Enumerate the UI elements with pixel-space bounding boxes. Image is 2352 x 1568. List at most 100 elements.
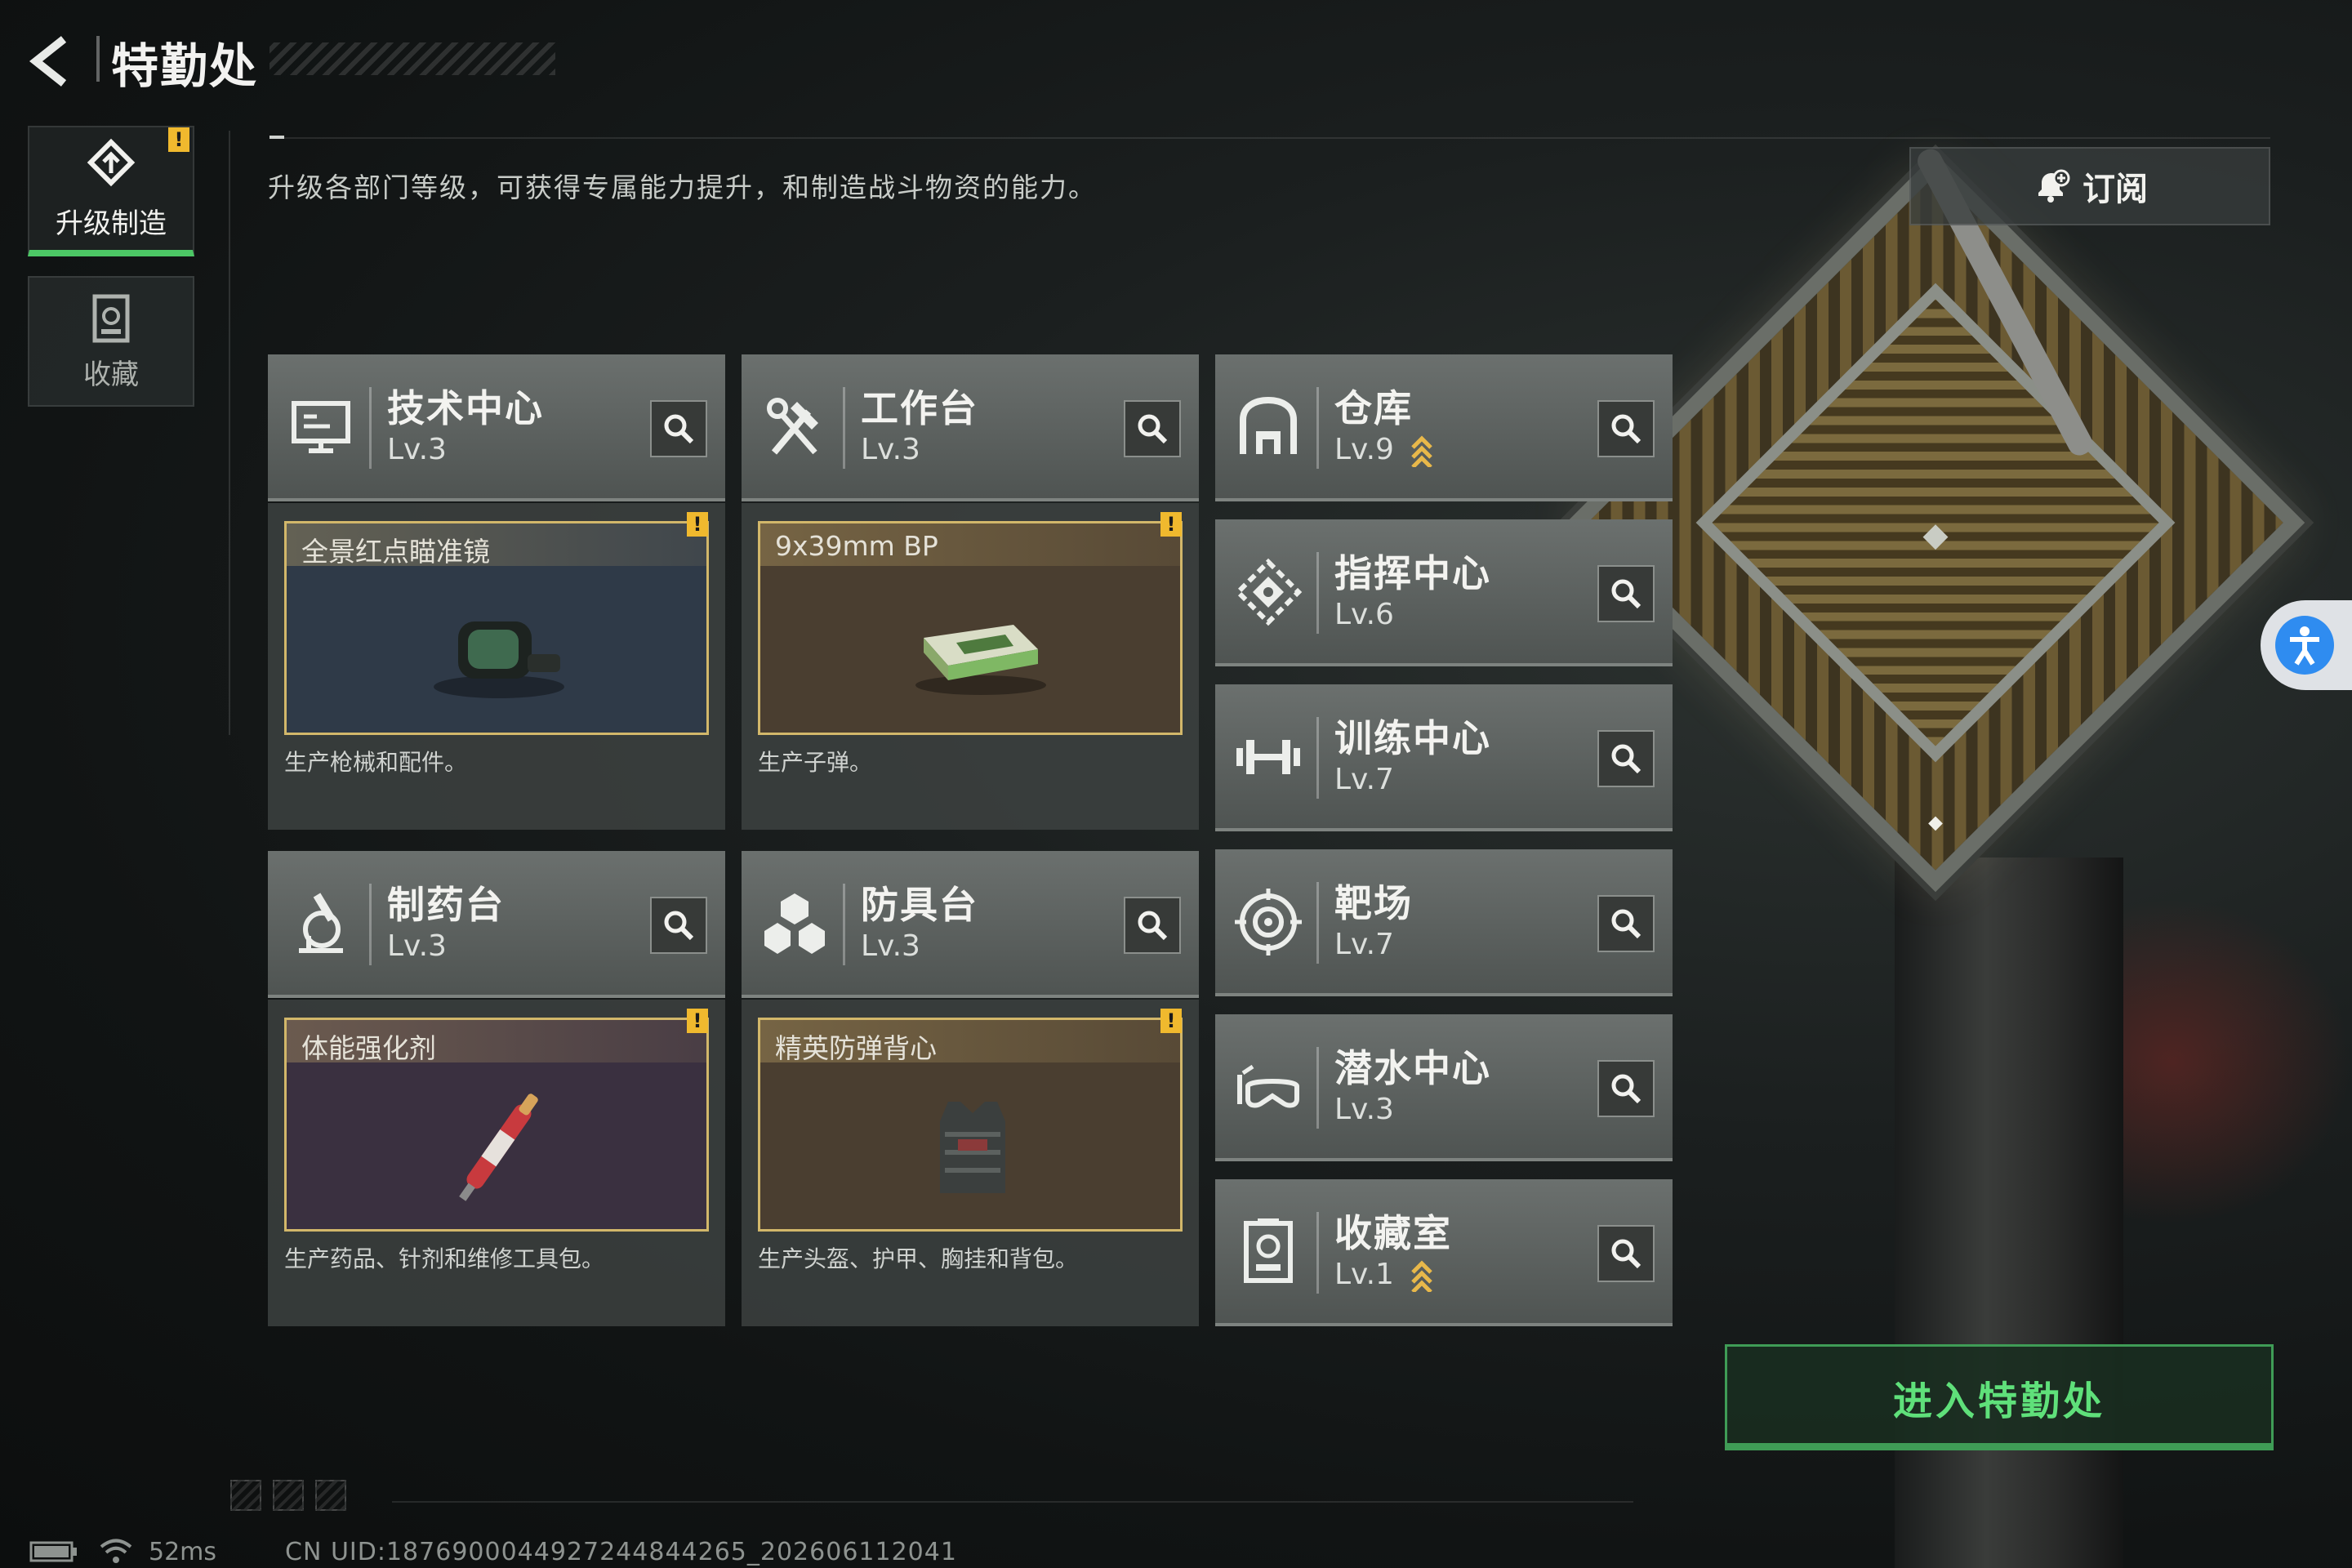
department-card-collection-room[interactable]: 收藏室 Lv.1 bbox=[1215, 1179, 1673, 1326]
inspect-button[interactable] bbox=[650, 400, 707, 457]
department-level: Lv.6 bbox=[1334, 598, 1394, 631]
product-slot[interactable]: 精英防弹背心 ! bbox=[758, 1009, 1183, 1232]
department-card-command-center[interactable]: 指挥中心 Lv.6 bbox=[1215, 519, 1673, 666]
department-card-shooting-range[interactable]: 靶场 Lv.7 bbox=[1215, 849, 1673, 996]
search-icon bbox=[1611, 414, 1642, 444]
department-level: Lv.3 bbox=[387, 433, 447, 466]
department-name: 制药台 bbox=[387, 883, 505, 927]
title-separator bbox=[96, 36, 100, 82]
department-level: Lv.1 bbox=[1334, 1258, 1434, 1292]
inspect-button[interactable] bbox=[1597, 1225, 1655, 1282]
department-name: 技术中心 bbox=[387, 386, 544, 430]
search-icon bbox=[1611, 909, 1642, 939]
product-slot[interactable]: 9x39mm BP ! bbox=[758, 512, 1183, 735]
bottom-decor bbox=[230, 1480, 346, 1511]
search-icon bbox=[664, 911, 694, 941]
divider bbox=[843, 884, 845, 965]
department-card-warehouse[interactable]: 仓库 Lv.9 bbox=[1215, 354, 1673, 501]
upgrade-available-icon bbox=[1411, 435, 1433, 467]
alert-badge: ! bbox=[168, 127, 189, 152]
page-title: 特勤处 bbox=[111, 38, 259, 94]
product-description: 生产枪械和配件。 bbox=[284, 749, 468, 776]
collection-icon bbox=[92, 294, 130, 342]
back-arrow-icon bbox=[29, 36, 67, 87]
production-panel-tech-center: 全景红点瞄准镜 ! 生产枪械和配件。 bbox=[268, 503, 725, 830]
user-uid: CN UID:18769000449272448442​65_202606112… bbox=[285, 1537, 957, 1566]
support-pillar bbox=[1895, 858, 2123, 1568]
bell-plus-icon bbox=[2038, 169, 2070, 203]
department-level: Lv.7 bbox=[1334, 928, 1394, 961]
divider bbox=[369, 387, 372, 469]
enter-button-label: 进入特勤处 bbox=[1892, 1379, 2105, 1424]
inspect-button[interactable] bbox=[1597, 1060, 1655, 1117]
department-level-value: Lv.1 bbox=[1334, 1258, 1394, 1291]
inspect-button[interactable] bbox=[650, 897, 707, 954]
cubes-icon bbox=[758, 887, 831, 960]
network-ping: 52ms bbox=[149, 1537, 217, 1566]
search-icon bbox=[1611, 579, 1642, 609]
search-icon bbox=[1611, 1074, 1642, 1104]
department-level: Lv.9 bbox=[1334, 433, 1434, 467]
product-name: 体能强化剂 bbox=[301, 1032, 436, 1064]
dumbbell-icon bbox=[1232, 720, 1305, 794]
search-icon bbox=[1611, 744, 1642, 774]
divider bbox=[1316, 1212, 1319, 1294]
stimulant-injector-image bbox=[459, 1094, 538, 1201]
product-description: 生产头盔、护甲、胸挂和背包。 bbox=[758, 1245, 1079, 1272]
department-name: 仓库 bbox=[1334, 386, 1413, 430]
ammo-box-image bbox=[915, 625, 1046, 695]
product-name: 全景红点瞄准镜 bbox=[301, 536, 490, 568]
nav-tab-label: 升级制造 bbox=[56, 207, 167, 240]
production-panel-armor-bench: 精英防弹背心 ! 生产头盔、护甲、胸挂和背包。 bbox=[742, 1000, 1199, 1326]
divider bbox=[392, 1501, 1633, 1503]
divider bbox=[1316, 717, 1319, 799]
microscope-icon bbox=[284, 887, 358, 960]
department-name: 靶场 bbox=[1334, 881, 1413, 925]
department-name: 防具台 bbox=[861, 883, 978, 927]
trophy-case-icon bbox=[1232, 1215, 1305, 1289]
divider bbox=[229, 131, 230, 735]
inspect-button[interactable] bbox=[1597, 730, 1655, 787]
nav-tab-label: 收藏 bbox=[83, 358, 139, 391]
divider-marker bbox=[270, 136, 284, 139]
divider bbox=[369, 884, 372, 965]
inspect-button[interactable] bbox=[1124, 400, 1181, 457]
product-description: 生产药品、针剂和维修工具包。 bbox=[284, 1245, 605, 1272]
status-bar: 52ms CN UID:18769000449272448442​65_2026… bbox=[29, 1537, 957, 1566]
wifi-icon bbox=[100, 1539, 132, 1563]
armor-vest-image bbox=[940, 1102, 1005, 1193]
monitor-icon bbox=[284, 390, 358, 464]
enter-special-ops-button[interactable]: 进入特勤处 bbox=[1725, 1344, 2274, 1450]
page-description: 升级各部门等级，可获得专属能力提升，和制造战斗物资的能力。 bbox=[268, 172, 1097, 203]
product-slot[interactable]: 全景红点瞄准镜 ! bbox=[284, 512, 709, 735]
department-name: 工作台 bbox=[861, 386, 978, 430]
accessibility-float-button[interactable] bbox=[2261, 600, 2352, 690]
subscribe-button[interactable]: 订阅 bbox=[1909, 147, 2270, 225]
nav-tab-collection[interactable]: 收藏 bbox=[28, 276, 194, 407]
inspect-button[interactable] bbox=[1597, 895, 1655, 952]
nav-tab-upgrade-craft[interactable]: 升级制造 ! bbox=[28, 126, 194, 256]
inspect-button[interactable] bbox=[1597, 565, 1655, 622]
department-card-tech-center[interactable]: 技术中心 Lv.3 bbox=[268, 354, 725, 501]
department-card-armor-bench[interactable]: 防具台 Lv.3 bbox=[742, 851, 1199, 998]
upgrade-craft-icon bbox=[87, 138, 136, 186]
hammer-wrench-icon bbox=[758, 390, 831, 464]
production-panel-workbench: 9x39mm BP ! 生产子弹。 bbox=[742, 503, 1199, 830]
department-card-diving-center[interactable]: 潜水中心 Lv.3 bbox=[1215, 1014, 1673, 1161]
department-level: Lv.7 bbox=[1334, 763, 1394, 796]
divider bbox=[1316, 882, 1319, 964]
subscribe-label: 订阅 bbox=[2082, 171, 2148, 208]
alert-badge: ! bbox=[1160, 1009, 1182, 1033]
accessibility-icon bbox=[2275, 616, 2334, 675]
department-card-workbench[interactable]: 工作台 Lv.3 bbox=[742, 354, 1199, 501]
department-card-training-center[interactable]: 训练中心 Lv.7 bbox=[1215, 684, 1673, 831]
divider bbox=[1316, 552, 1319, 634]
inspect-button[interactable] bbox=[1597, 400, 1655, 457]
target-icon bbox=[1232, 885, 1305, 959]
back-button[interactable] bbox=[24, 33, 82, 90]
rotating-cube-structure bbox=[1566, 153, 2305, 893]
diving-mask-icon bbox=[1232, 1050, 1305, 1124]
inspect-button[interactable] bbox=[1124, 897, 1181, 954]
department-card-pharmacy[interactable]: 制药台 Lv.3 bbox=[268, 851, 725, 998]
product-slot[interactable]: 体能强化剂 ! bbox=[284, 1009, 709, 1232]
